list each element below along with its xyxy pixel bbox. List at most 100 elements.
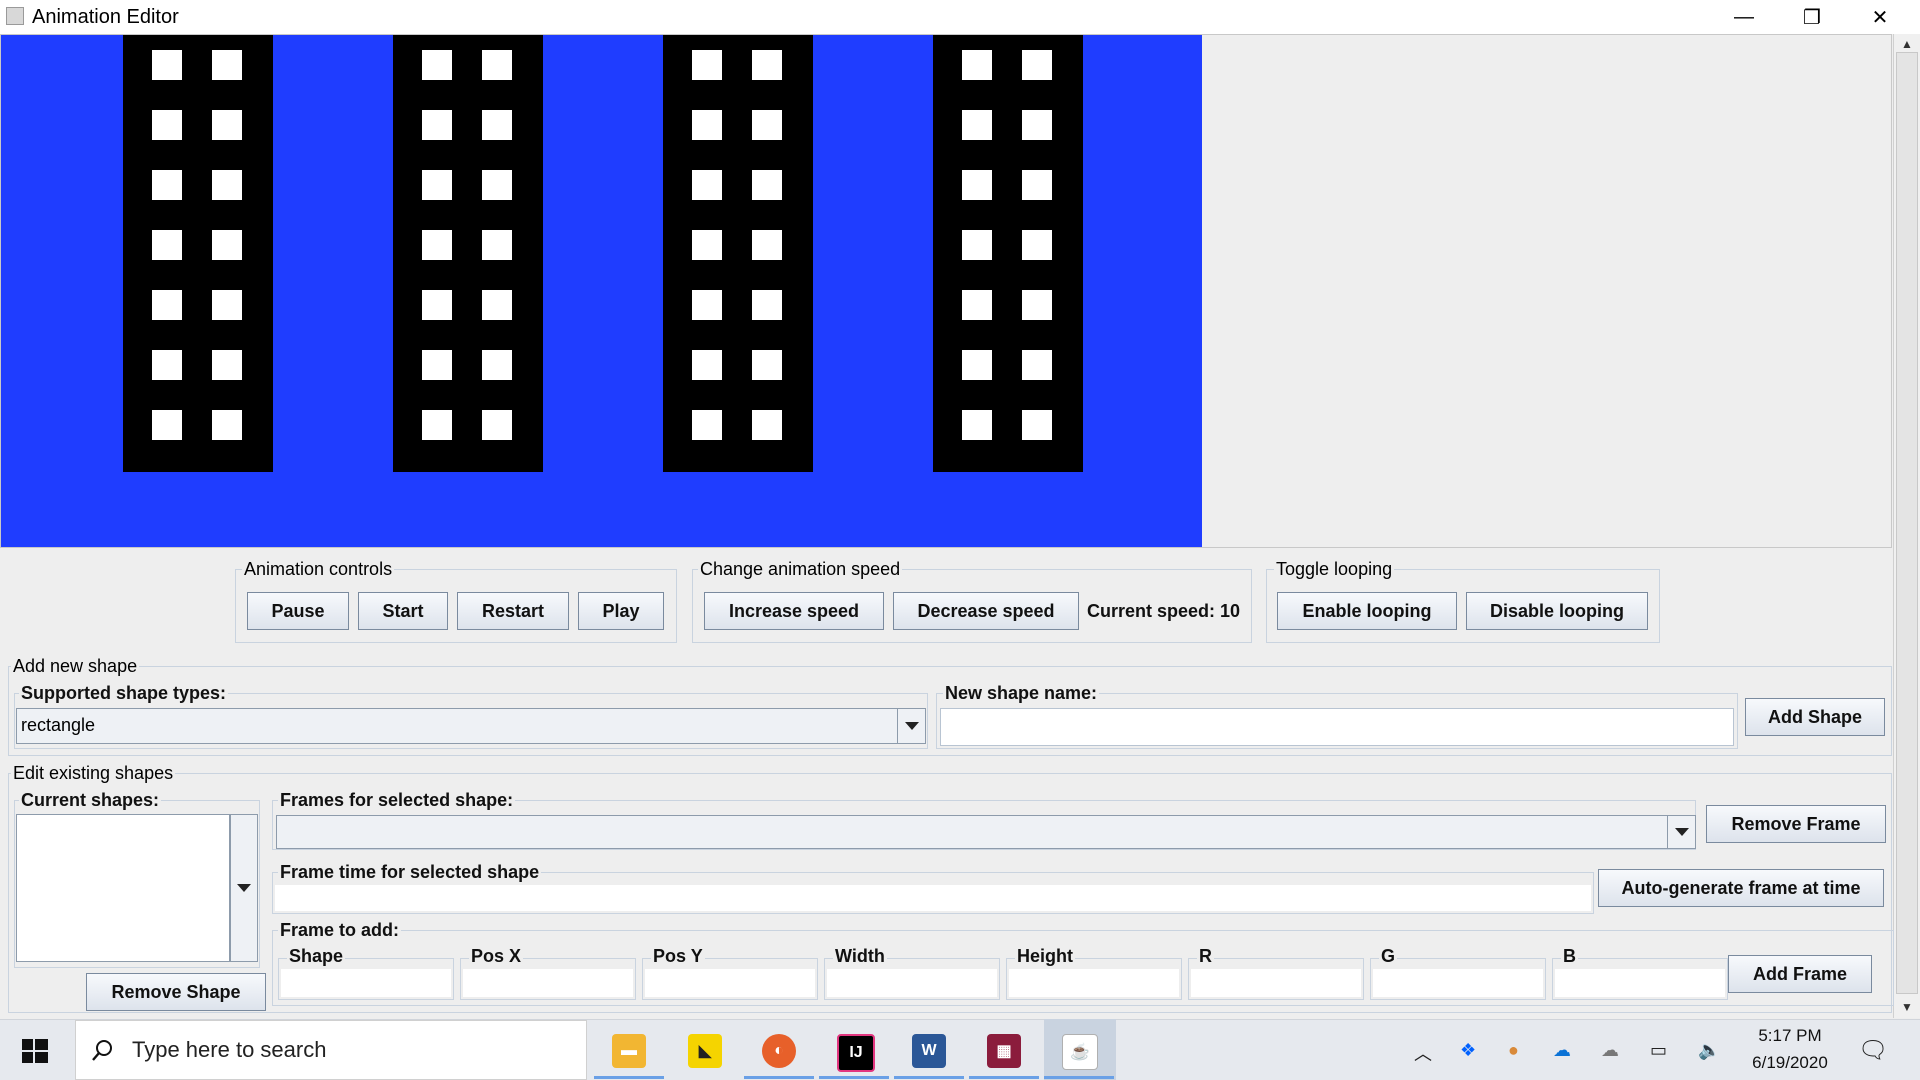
frame-field-input[interactable]	[1190, 968, 1362, 998]
frame-field-input[interactable]	[1008, 968, 1180, 998]
window-square	[152, 410, 182, 440]
window-square	[962, 290, 992, 320]
window-square	[752, 170, 782, 200]
frames-select[interactable]	[276, 815, 1696, 849]
dropbox-icon[interactable]: ❖	[1460, 1040, 1476, 1061]
remove-frame-button[interactable]: Remove Frame	[1706, 805, 1886, 843]
window-square	[422, 290, 452, 320]
speed-title: Change animation speed	[698, 559, 903, 580]
pause-button[interactable]: Pause	[247, 592, 349, 630]
window-square	[212, 170, 242, 200]
volume-icon[interactable]: 🔈	[1698, 1040, 1720, 1061]
frame-field-input[interactable]	[1372, 968, 1544, 998]
window-square	[962, 350, 992, 380]
clock[interactable]: 5:17 PM 6/19/2020	[1740, 1022, 1840, 1076]
enable-looping-button[interactable]: Enable looping	[1277, 592, 1457, 630]
java-icon[interactable]: ☕	[1062, 1034, 1098, 1070]
firefox-icon[interactable]: ◐	[762, 1034, 796, 1068]
battery-icon[interactable]: ▭	[1650, 1040, 1667, 1061]
sticky-notes-icon[interactable]: ◣	[688, 1034, 722, 1068]
window-square	[212, 110, 242, 140]
window-square	[1022, 50, 1052, 80]
animation-canvas	[1, 35, 1202, 547]
add-shape-button[interactable]: Add Shape	[1745, 698, 1885, 736]
window-square	[422, 50, 452, 80]
scrollbar-thumb[interactable]	[1896, 52, 1918, 994]
chevron-up-icon[interactable]: ︿	[1414, 1040, 1432, 1066]
title-bar	[0, 0, 1920, 34]
window-title: Animation Editor	[32, 6, 179, 28]
frame-field-label: Shape	[287, 946, 346, 967]
minimize-button[interactable]: —	[1710, 0, 1778, 34]
active-indicator	[594, 1076, 664, 1079]
decrease-speed-button[interactable]: Decrease speed	[893, 592, 1079, 630]
windows-start-icon[interactable]	[20, 1036, 50, 1066]
remove-shape-button[interactable]: Remove Shape	[86, 973, 266, 1011]
shape-type-dropdown[interactable]	[897, 709, 925, 743]
add-frame-button[interactable]: Add Frame	[1728, 955, 1872, 993]
winrar-icon[interactable]: ▦	[987, 1034, 1021, 1068]
window-square	[962, 410, 992, 440]
active-indicator	[744, 1076, 814, 1079]
window-square	[422, 110, 452, 140]
window-square	[1022, 110, 1052, 140]
start-button[interactable]: Start	[358, 592, 448, 630]
window-square	[962, 50, 992, 80]
window-square	[692, 170, 722, 200]
chevron-down-icon	[904, 722, 919, 730]
window-square	[482, 230, 512, 260]
frame-time-label: Frame time for selected shape	[278, 862, 542, 883]
shape-name-input[interactable]	[940, 708, 1734, 746]
frames-dropdown[interactable]	[1667, 816, 1695, 848]
active-indicator	[1044, 1076, 1114, 1079]
window-square	[422, 410, 452, 440]
shape-type-value: rectangle	[21, 715, 96, 735]
building-shape	[393, 35, 543, 472]
chevron-down-icon	[237, 884, 251, 892]
window-square	[482, 170, 512, 200]
scroll-up-icon[interactable]: ▲	[1897, 36, 1917, 52]
taskbar-search[interactable]: Type here to search	[75, 1020, 587, 1080]
current-speed-label: Current speed: 10	[1087, 601, 1241, 621]
active-indicator	[819, 1076, 889, 1079]
window-square	[752, 410, 782, 440]
restore-button[interactable]: ❐	[1778, 0, 1846, 34]
window-square	[212, 350, 242, 380]
window-square	[482, 290, 512, 320]
window-square	[1022, 410, 1052, 440]
close-button[interactable]: ✕	[1846, 0, 1914, 34]
frame-field-input[interactable]	[826, 968, 998, 998]
cloud-icon[interactable]: ☁	[1601, 1040, 1619, 1061]
active-indicator	[969, 1076, 1039, 1079]
add-shape-title: Add new shape	[11, 656, 140, 677]
frame-field-input[interactable]	[644, 968, 816, 998]
shape-type-select[interactable]: rectangle	[16, 708, 926, 744]
frame-field-label: Pos X	[469, 946, 524, 967]
restart-button[interactable]: Restart	[457, 592, 569, 630]
scroll-down-icon[interactable]: ▼	[1897, 999, 1917, 1015]
onedrive-icon[interactable]: ☁	[1553, 1040, 1571, 1061]
frame-field-label: Height	[1015, 946, 1075, 967]
notifications-icon[interactable]: 🗨	[1858, 1036, 1888, 1065]
increase-speed-button[interactable]: Increase speed	[704, 592, 884, 630]
app-tray-icon[interactable]: ●	[1508, 1040, 1519, 1061]
play-button[interactable]: Play	[578, 592, 664, 630]
window-square	[212, 410, 242, 440]
auto-generate-frame-button[interactable]: Auto-generate frame at time	[1598, 869, 1884, 907]
search-icon	[90, 1037, 116, 1063]
window-square	[152, 50, 182, 80]
current-shapes-list[interactable]	[16, 814, 230, 962]
current-shapes-dropdown[interactable]	[230, 814, 258, 962]
frame-field-label: R	[1197, 946, 1214, 967]
frame-field-input[interactable]	[1554, 968, 1726, 998]
window-square	[692, 350, 722, 380]
frame-field-input[interactable]	[280, 968, 452, 998]
file-explorer-icon[interactable]: ▬	[612, 1034, 646, 1068]
building-shape	[663, 35, 813, 472]
intellij-icon[interactable]: IJ	[837, 1034, 875, 1072]
disable-looping-button[interactable]: Disable looping	[1466, 592, 1648, 630]
window-square	[752, 50, 782, 80]
frame-time-input[interactable]	[274, 884, 1592, 912]
word-icon[interactable]: W	[912, 1034, 946, 1068]
frame-field-input[interactable]	[462, 968, 634, 998]
